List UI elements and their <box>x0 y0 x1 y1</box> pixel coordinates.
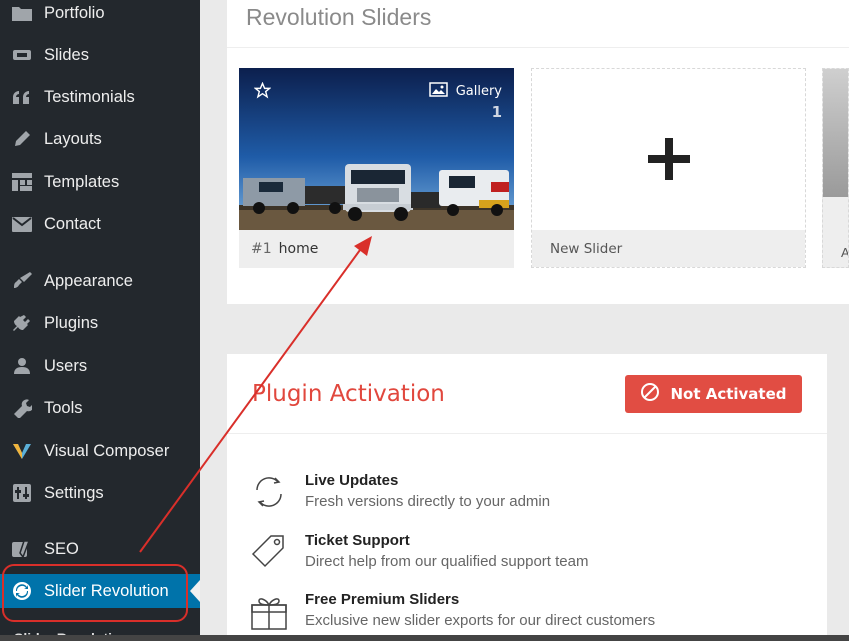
slider-thumbnail[interactable]: Gallery 1 <box>239 68 514 230</box>
slider-card-partial[interactable]: A <box>822 68 849 268</box>
sync-icon <box>249 472 289 517</box>
slider-name: home <box>278 241 319 257</box>
tag-icon <box>249 532 289 577</box>
sidebar-item-users[interactable]: Users <box>0 349 200 383</box>
feature-description: Exclusive new slider exports for our dir… <box>305 612 656 629</box>
star-icon[interactable] <box>253 81 272 104</box>
sidebar-item-label: Users <box>44 356 88 375</box>
sidebar-item-label: Slides <box>44 45 89 64</box>
sidebar-item-label: Appearance <box>44 271 133 290</box>
plus-icon[interactable] <box>646 136 692 187</box>
sidebar-item-label: Settings <box>44 483 104 502</box>
slider-type-badge: Gallery 1 <box>428 82 502 121</box>
sidebar-item-label: Slider Revolution <box>44 581 169 600</box>
sidebar-item-portfolio[interactable]: Portfolio <box>0 0 200 30</box>
feature-description: Fresh versions directly to your admin <box>305 493 551 510</box>
sidebar-item-testimonials[interactable]: Testimonials <box>0 80 200 114</box>
quote-icon <box>0 89 44 105</box>
folder-icon <box>0 4 44 22</box>
not-activated-button[interactable]: Not Activated <box>625 375 802 413</box>
image-icon <box>428 82 448 101</box>
activation-title: Plugin Activation <box>252 381 445 407</box>
user-icon <box>0 357 44 375</box>
sidebar-item-label: Testimonials <box>44 87 135 106</box>
sidebar-item-label: Plugins <box>44 313 99 332</box>
active-menu-pointer <box>190 580 200 602</box>
sidebar-item-label: Tools <box>44 398 83 417</box>
bottom-edge <box>0 635 849 641</box>
sidebar-item-slider-revolution[interactable]: Slider Revolution <box>0 574 200 608</box>
admin-sidebar: Portfolio Slides Testimonials Layouts Te… <box>0 0 200 641</box>
new-slider-card[interactable]: New Slider <box>531 68 806 268</box>
sidebar-item-seo[interactable]: SEO <box>0 532 200 566</box>
mail-icon <box>0 216 44 232</box>
sidebar-item-tools[interactable]: Tools <box>0 391 200 425</box>
sidebar-item-label: Visual Composer <box>44 441 170 460</box>
sidebar-item-label: Templates <box>44 172 120 191</box>
brush-icon <box>0 272 44 290</box>
new-slider-label: New Slider <box>550 241 623 257</box>
settings-icon <box>0 484 44 502</box>
slider-name: A <box>841 245 849 260</box>
feature-title: Free Premium Sliders <box>305 591 460 608</box>
sidebar-item-plugins[interactable]: Plugins <box>0 306 200 340</box>
visual-composer-icon <box>0 442 44 460</box>
slider-caption: #1 home <box>251 241 318 257</box>
sidebar-item-layouts[interactable]: Layouts <box>0 122 200 156</box>
sidebar-item-label: Contact <box>44 214 101 233</box>
sidebar-item-label: Portfolio <box>44 3 105 22</box>
slide-count: 1 <box>491 103 502 121</box>
feature-title: Live Updates <box>305 472 399 489</box>
wrench-icon <box>0 398 44 418</box>
sidebar-item-visual-composer[interactable]: Visual Composer <box>0 434 200 468</box>
sliders-panel: Revolution Sliders Gallery 1 #1 home New… <box>227 0 849 304</box>
main-content: Revolution Sliders Gallery 1 #1 home New… <box>200 0 849 641</box>
page-title: Revolution Sliders <box>246 4 432 30</box>
button-label: Not Activated <box>670 385 787 403</box>
templates-icon <box>0 173 44 191</box>
sidebar-item-templates[interactable]: Templates <box>0 165 200 199</box>
sidebar-item-label: SEO <box>44 539 79 558</box>
slider-thumbnail <box>823 69 848 197</box>
feature-description: Direct help from our qualified support t… <box>305 553 589 570</box>
slider-number: #1 <box>251 241 272 257</box>
slider-type-label: Gallery <box>455 84 502 99</box>
prohibited-icon <box>640 382 660 406</box>
sidebar-item-slides[interactable]: Slides <box>0 38 200 72</box>
sidebar-item-appearance[interactable]: Appearance <box>0 264 200 298</box>
plug-icon <box>0 314 44 332</box>
pencil-icon <box>0 130 44 148</box>
sidebar-item-contact[interactable]: Contact <box>0 207 200 241</box>
slider-card-home[interactable]: Gallery 1 #1 home <box>239 68 514 268</box>
sidebar-item-settings[interactable]: Settings <box>0 476 200 510</box>
new-slider-footer[interactable]: New Slider <box>532 230 805 267</box>
refresh-icon <box>0 581 44 601</box>
seo-icon <box>0 540 44 558</box>
divider <box>227 47 849 48</box>
plugin-activation-panel: Plugin Activation Not Activated Live Upd… <box>227 354 827 641</box>
gift-icon <box>249 591 289 636</box>
divider <box>227 433 827 434</box>
feature-title: Ticket Support <box>305 532 410 549</box>
slides-icon <box>0 49 44 61</box>
sidebar-item-label: Layouts <box>44 129 102 148</box>
